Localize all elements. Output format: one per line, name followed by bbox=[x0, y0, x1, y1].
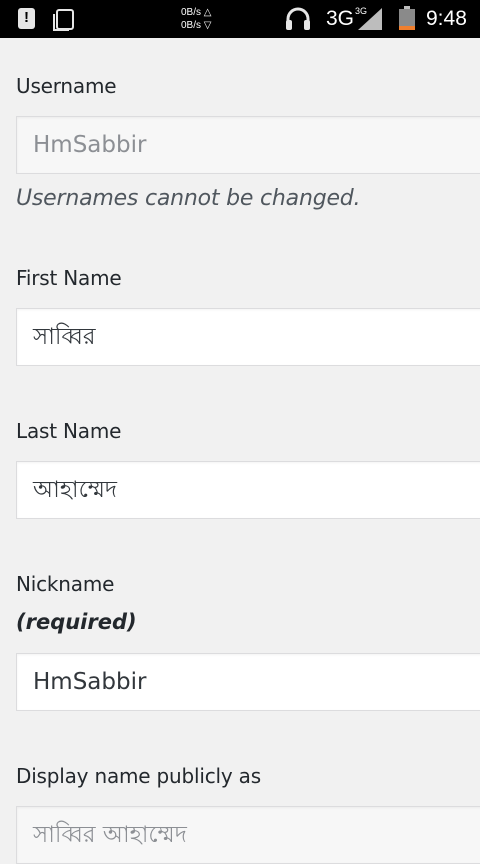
net-down-text: 0B/s ▽ bbox=[181, 20, 212, 31]
last-name-label: Last Name bbox=[16, 419, 122, 443]
network-type: 3G bbox=[326, 7, 355, 30]
net-up-text: 0B/s △ bbox=[181, 7, 212, 18]
username-description: Usernames cannot be changed. bbox=[16, 186, 361, 211]
display-name-select[interactable]: সাব্বির আহাম্মেদ bbox=[16, 806, 480, 864]
clock-time: 9:48 bbox=[426, 7, 467, 30]
display-name-label: Display name publicly as bbox=[16, 764, 261, 788]
last-name-field[interactable]: আহাম্মেদ bbox=[16, 461, 480, 519]
nickname-field[interactable]: HmSabbir bbox=[16, 653, 480, 711]
status-bar: 0B/s △ 0B/s ▽ 3G 3G 9:48 bbox=[0, 0, 480, 38]
alert-icon bbox=[18, 8, 35, 29]
signal-icon bbox=[358, 8, 382, 30]
nickname-required-note: (required) bbox=[16, 610, 137, 634]
first-name-label: First Name bbox=[16, 266, 122, 290]
first-name-field[interactable]: সাব্বির bbox=[16, 308, 480, 366]
username-field[interactable]: HmSabbir bbox=[16, 116, 480, 174]
headset-icon bbox=[286, 7, 310, 30]
battery-icon bbox=[399, 6, 415, 30]
network-speed: 0B/s △ 0B/s ▽ bbox=[181, 6, 211, 32]
username-label: Username bbox=[16, 74, 117, 98]
copy-icon bbox=[53, 9, 74, 31]
nickname-label: Nickname bbox=[16, 572, 115, 596]
